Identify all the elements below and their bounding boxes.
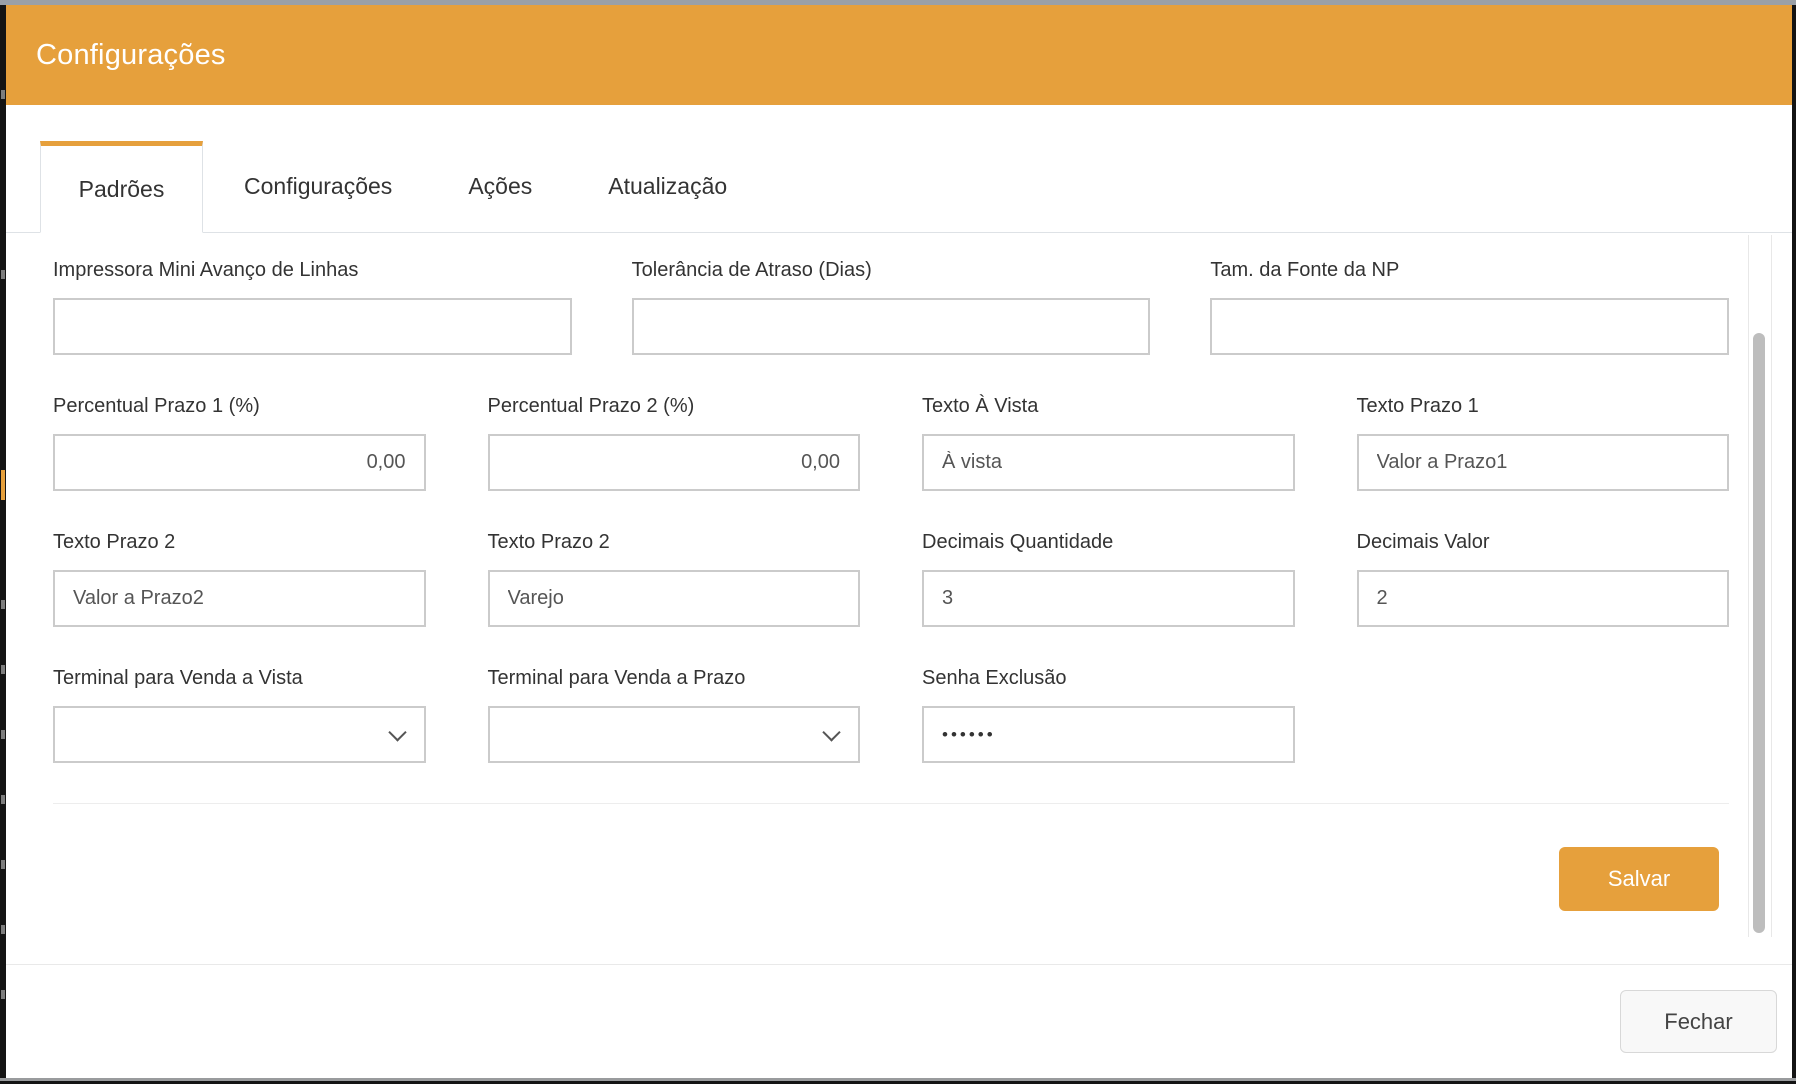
- page-behind-fragment: [1, 470, 5, 500]
- page-behind-fragment: [1, 925, 5, 934]
- percentual-prazo1-input[interactable]: [53, 434, 426, 491]
- field-senha-exclusao: Senha Exclusão: [922, 667, 1295, 763]
- field-label: Texto Prazo 1: [1357, 395, 1730, 418]
- field-texto-prazo2-varejo: Texto Prazo 2: [488, 531, 861, 627]
- texto-a-vista-input[interactable]: [922, 434, 1295, 491]
- terminal-venda-prazo-select[interactable]: [488, 706, 861, 763]
- field-label: Terminal para Venda a Prazo: [488, 667, 861, 690]
- field-decimais-valor: Decimais Valor: [1357, 531, 1730, 627]
- page-behind-fragment: [1, 270, 5, 279]
- percentual-prazo2-input[interactable]: [488, 434, 861, 491]
- modal-title: Configurações: [36, 39, 226, 72]
- tab-acoes[interactable]: Ações: [433, 141, 567, 232]
- field-decimais-quantidade: Decimais Quantidade: [922, 531, 1295, 627]
- modal-header: Configurações: [6, 5, 1792, 105]
- field-label: Terminal para Venda a Vista: [53, 667, 426, 690]
- field-label: Texto À Vista: [922, 395, 1295, 418]
- field-label: Percentual Prazo 2 (%): [488, 395, 861, 418]
- scrollbar-thumb[interactable]: [1753, 333, 1765, 933]
- page-behind-fragment: [1, 730, 5, 739]
- field-label: Tolerância de Atraso (Dias): [632, 259, 1151, 282]
- impressora-mini-input[interactable]: [53, 298, 572, 355]
- field-tolerancia-atraso: Tolerância de Atraso (Dias): [632, 259, 1151, 355]
- field-empty: [1357, 667, 1730, 763]
- field-percentual-prazo1: Percentual Prazo 1 (%): [53, 395, 426, 491]
- field-terminal-venda-prazo: Terminal para Venda a Prazo: [488, 667, 861, 763]
- page-behind-fragment: [1, 90, 5, 99]
- field-impressora-mini: Impressora Mini Avanço de Linhas: [53, 259, 572, 355]
- save-button[interactable]: Salvar: [1559, 847, 1719, 911]
- settings-modal: Configurações Padrões Configurações Açõe…: [6, 5, 1792, 1078]
- field-label: Impressora Mini Avanço de Linhas: [53, 259, 572, 282]
- field-terminal-venda-vista: Terminal para Venda a Vista: [53, 667, 426, 763]
- terminal-venda-prazo-value[interactable]: [488, 706, 861, 763]
- terminal-venda-vista-value[interactable]: [53, 706, 426, 763]
- page-behind-fragment: [1, 990, 5, 999]
- field-percentual-prazo2: Percentual Prazo 2 (%): [488, 395, 861, 491]
- page-behind-fragment: [1, 795, 5, 804]
- page-background-bottom-edge: [0, 1078, 1796, 1081]
- tab-bar: Padrões Configurações Ações Atualização: [6, 141, 1792, 233]
- texto-prazo2-input[interactable]: [53, 570, 426, 627]
- scrollbar-track[interactable]: [1748, 235, 1772, 937]
- close-button[interactable]: Fechar: [1620, 990, 1777, 1053]
- decimais-quantidade-input[interactable]: [922, 570, 1295, 627]
- field-label: Decimais Valor: [1357, 531, 1730, 554]
- field-label: Senha Exclusão: [922, 667, 1295, 690]
- screen: Configurações Padrões Configurações Açõe…: [0, 0, 1796, 1084]
- tab-padroes[interactable]: Padrões: [40, 141, 203, 233]
- tam-fonte-np-input[interactable]: [1210, 298, 1729, 355]
- texto-prazo1-input[interactable]: [1357, 434, 1730, 491]
- senha-exclusao-input[interactable]: [922, 706, 1295, 763]
- texto-prazo2-varejo-input[interactable]: [488, 570, 861, 627]
- content-divider: [53, 803, 1729, 804]
- field-label: Tam. da Fonte da NP: [1210, 259, 1729, 282]
- modal-footer: Fechar: [6, 964, 1792, 1078]
- decimais-valor-input[interactable]: [1357, 570, 1730, 627]
- field-label: Texto Prazo 2: [488, 531, 861, 554]
- terminal-venda-vista-select[interactable]: [53, 706, 426, 763]
- field-label: Decimais Quantidade: [922, 531, 1295, 554]
- field-label: Percentual Prazo 1 (%): [53, 395, 426, 418]
- tab-atualizacao[interactable]: Atualização: [573, 141, 762, 232]
- page-behind-fragment: [1, 600, 5, 609]
- modal-body: Impressora Mini Avanço de Linhas Tolerân…: [6, 233, 1792, 964]
- tolerancia-atraso-input[interactable]: [632, 298, 1151, 355]
- tab-configuracoes[interactable]: Configurações: [209, 141, 427, 232]
- field-texto-a-vista: Texto À Vista: [922, 395, 1295, 491]
- page-behind-fragment: [1, 665, 5, 674]
- field-label: Texto Prazo 2: [53, 531, 426, 554]
- field-texto-prazo2: Texto Prazo 2: [53, 531, 426, 627]
- page-behind-fragment: [1, 860, 5, 869]
- field-texto-prazo1: Texto Prazo 1: [1357, 395, 1730, 491]
- field-tam-fonte-np: Tam. da Fonte da NP: [1210, 259, 1729, 355]
